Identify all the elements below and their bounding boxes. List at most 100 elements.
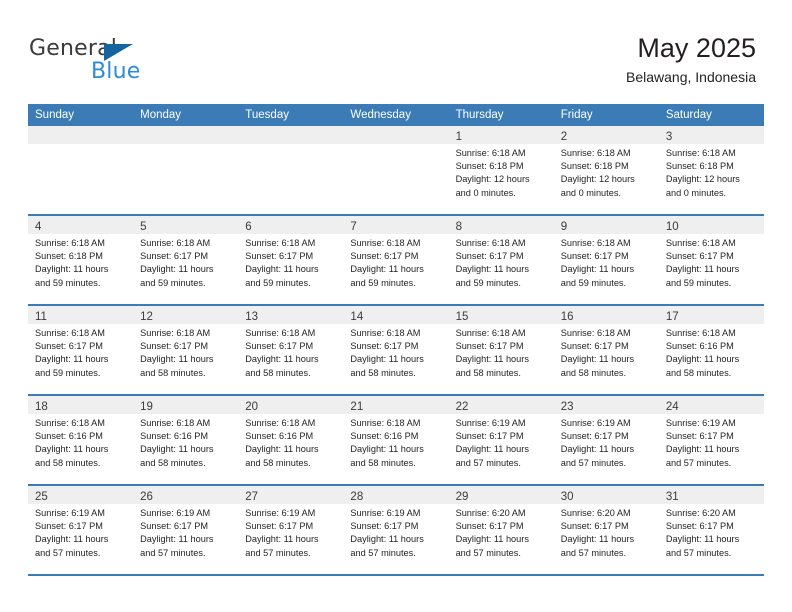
day-details: Sunrise: 6:18 AM Sunset: 6:17 PM Daylight:…	[343, 234, 448, 290]
daylight-text-line2: and 59 minutes.	[35, 277, 101, 288]
sunrise-text: Sunrise: 6:18 AM	[665, 328, 736, 338]
calendar-day-cell[interactable]: 19 Sunrise: 6:18 AM Sunset: 6:16 PM Dayligh…	[133, 394, 239, 485]
calendar-day-cell[interactable]: 8 Sunrise: 6:18 AM Sunset: 6:17 PM Daylight…	[448, 214, 554, 305]
calendar-day-cell[interactable]: 12 Sunrise: 6:18 AM Sunset: 6:17 PM Dayligh…	[133, 304, 239, 395]
day-number: 9	[553, 216, 659, 234]
calendar-day-cell[interactable]: 25 Sunrise: 6:19 AM Sunset: 6:17 PM Dayligh…	[28, 484, 134, 576]
calendar-day-cell[interactable]: 30 Sunrise: 6:20 AM Sunset: 6:17 PM Dayligh…	[553, 484, 659, 576]
daylight-text-line1: Daylight: 11 hours	[455, 354, 529, 365]
day-number: 10	[658, 216, 764, 234]
calendar-day-cell[interactable]: 29 Sunrise: 6:20 AM Sunset: 6:17 PM Dayligh…	[448, 484, 554, 576]
sunset-text: Sunset: 6:18 PM	[560, 161, 629, 172]
day-number: 3	[658, 126, 764, 144]
calendar-day-cell[interactable]: 2 Sunrise: 6:18 AM Sunset: 6:18 PM Daylight…	[553, 126, 659, 215]
day-details: Sunrise: 6:18 AM Sunset: 6:17 PM Daylight:…	[449, 324, 554, 380]
calendar-day-cell[interactable]: 31 Sunrise: 6:20 AM Sunset: 6:17 PM Dayligh…	[658, 484, 764, 576]
calendar-day-cell[interactable]: 9 Sunrise: 6:18 AM Sunset: 6:17 PM Daylight…	[553, 214, 659, 305]
calendar-day-cell[interactable]: 14 Sunrise: 6:18 AM Sunset: 6:17 PM Dayligh…	[343, 304, 449, 395]
day-number: 5	[133, 216, 239, 234]
calendar-day-cell[interactable]: 11 Sunrise: 6:18 AM Sunset: 6:17 PM Dayligh…	[28, 304, 134, 395]
daylight-text-line1: Daylight: 11 hours	[560, 264, 635, 275]
day-details: Sunrise: 6:18 AM Sunset: 6:17 PM Daylight:…	[133, 324, 238, 380]
calendar-day-cell[interactable]: 26 Sunrise: 6:19 AM Sunset: 6:17 PM Dayligh…	[133, 484, 239, 576]
sunset-text: Sunset: 6:17 PM	[350, 341, 419, 352]
sunset-text: Sunset: 6:17 PM	[560, 251, 629, 262]
day-details: Sunrise: 6:18 AM Sunset: 6:16 PM Daylight:…	[133, 414, 238, 470]
weekday-header-sunday: Sunday	[28, 104, 134, 126]
day-number: 28	[343, 486, 449, 504]
calendar-day-cell[interactable]: 23 Sunrise: 6:19 AM Sunset: 6:17 PM Dayligh…	[553, 394, 659, 485]
calendar-day-cell[interactable]: 6 Sunrise: 6:18 AM Sunset: 6:17 PM Daylight…	[238, 214, 344, 305]
daylight-text-line2: and 59 minutes.	[350, 277, 416, 288]
sunset-text: Sunset: 6:16 PM	[350, 431, 419, 442]
calendar-day-cell[interactable]: 7 Sunrise: 6:18 AM Sunset: 6:17 PM Daylight…	[343, 214, 449, 305]
day-details: Sunrise: 6:19 AM Sunset: 6:17 PM Daylight:…	[659, 414, 764, 470]
daylight-text-line1: Daylight: 11 hours	[350, 354, 424, 365]
day-number: 12	[133, 306, 239, 324]
weekday-header-monday: Monday	[133, 104, 239, 126]
day-number: 30	[553, 486, 659, 504]
day-details: Sunrise: 6:19 AM Sunset: 6:17 PM Daylight:…	[238, 504, 343, 560]
day-number	[28, 126, 134, 144]
calendar-day-cell[interactable]: 21 Sunrise: 6:18 AM Sunset: 6:16 PM Dayligh…	[343, 394, 449, 485]
weekday-header-thursday: Thursday	[448, 104, 554, 126]
daylight-text-line2: and 0 minutes.	[665, 187, 727, 198]
day-details: Sunrise: 6:20 AM Sunset: 6:17 PM Daylight:…	[659, 504, 764, 560]
day-number: 25	[28, 486, 134, 504]
sunrise-text: Sunrise: 6:19 AM	[560, 418, 631, 428]
day-details: Sunrise: 6:20 AM Sunset: 6:17 PM Daylight:…	[449, 504, 554, 560]
calendar-day-cell[interactable]: 4 Sunrise: 6:18 AM Sunset: 6:18 PM Daylight…	[28, 214, 134, 305]
sunrise-text: Sunrise: 6:19 AM	[35, 508, 105, 518]
daylight-text-line1: Daylight: 11 hours	[560, 444, 635, 455]
day-details: Sunrise: 6:18 AM Sunset: 6:16 PM Daylight:…	[659, 324, 764, 380]
sunset-text: Sunset: 6:18 PM	[455, 161, 524, 172]
calendar-cell-empty	[343, 126, 449, 215]
calendar-day-cell[interactable]: 18 Sunrise: 6:18 AM Sunset: 6:16 PM Dayligh…	[28, 394, 134, 485]
daylight-text-line1: Daylight: 11 hours	[140, 354, 214, 365]
daylight-text-line1: Daylight: 11 hours	[455, 534, 529, 545]
sunset-text: Sunset: 6:17 PM	[455, 431, 524, 442]
calendar-body: 1 Sunrise: 6:18 AM Sunset: 6:18 PM Daylight…	[28, 126, 764, 576]
day-details: Sunrise: 6:19 AM Sunset: 6:17 PM Daylight:…	[28, 504, 133, 560]
daylight-text-line1: Daylight: 11 hours	[455, 264, 529, 275]
calendar-page: General Blue May 2025 Belawang, Indonesi…	[0, 0, 792, 612]
day-details: Sunrise: 6:18 AM Sunset: 6:16 PM Daylight:…	[343, 414, 448, 470]
daylight-text-line2: and 57 minutes.	[665, 547, 732, 558]
calendar-cell-empty	[238, 126, 344, 215]
weekday-header-saturday: Saturday	[658, 104, 764, 126]
calendar-week-row: 25 Sunrise: 6:19 AM Sunset: 6:17 PM Dayligh…	[28, 484, 764, 576]
day-details: Sunrise: 6:18 AM Sunset: 6:17 PM Daylight:…	[554, 324, 659, 380]
sunrise-text: Sunrise: 6:18 AM	[350, 418, 421, 428]
daylight-text-line2: and 58 minutes.	[560, 367, 627, 378]
day-number	[133, 126, 239, 144]
daylight-text-line1: Daylight: 11 hours	[455, 444, 529, 455]
daylight-text-line2: and 57 minutes.	[350, 547, 416, 558]
daylight-text-line1: Daylight: 11 hours	[665, 264, 740, 275]
calendar-day-cell[interactable]: 3 Sunrise: 6:18 AM Sunset: 6:18 PM Daylight…	[658, 126, 764, 215]
calendar-day-cell[interactable]: 13 Sunrise: 6:18 AM Sunset: 6:17 PM Dayligh…	[238, 304, 344, 395]
calendar-day-cell[interactable]: 24 Sunrise: 6:19 AM Sunset: 6:17 PM Dayligh…	[658, 394, 764, 485]
calendar-day-cell[interactable]: 10 Sunrise: 6:18 AM Sunset: 6:17 PM Dayligh…	[658, 214, 764, 305]
day-details: Sunrise: 6:19 AM Sunset: 6:17 PM Daylight:…	[449, 414, 554, 470]
sunrise-text: Sunrise: 6:18 AM	[140, 238, 211, 248]
calendar-day-cell[interactable]: 27 Sunrise: 6:19 AM Sunset: 6:17 PM Dayligh…	[238, 484, 344, 576]
calendar-day-cell[interactable]: 17 Sunrise: 6:18 AM Sunset: 6:16 PM Dayligh…	[658, 304, 764, 395]
day-number: 8	[448, 216, 554, 234]
day-details: Sunrise: 6:18 AM Sunset: 6:18 PM Daylight:…	[554, 144, 659, 200]
day-number: 22	[448, 396, 554, 414]
calendar-day-cell[interactable]: 5 Sunrise: 6:18 AM Sunset: 6:17 PM Daylight…	[133, 214, 239, 305]
sunrise-text: Sunrise: 6:20 AM	[455, 508, 526, 518]
calendar-day-cell[interactable]: 15 Sunrise: 6:18 AM Sunset: 6:17 PM Dayligh…	[448, 304, 554, 395]
calendar-day-cell[interactable]: 20 Sunrise: 6:18 AM Sunset: 6:16 PM Dayligh…	[238, 394, 344, 485]
sunrise-text: Sunrise: 6:18 AM	[140, 418, 211, 428]
calendar-day-cell[interactable]: 1 Sunrise: 6:18 AM Sunset: 6:18 PM Daylight…	[448, 126, 554, 215]
sunrise-text: Sunrise: 6:18 AM	[560, 148, 631, 158]
calendar-day-cell[interactable]: 28 Sunrise: 6:19 AM Sunset: 6:17 PM Dayligh…	[343, 484, 449, 576]
daylight-text-line1: Daylight: 11 hours	[560, 354, 635, 365]
calendar-day-cell[interactable]: 22 Sunrise: 6:19 AM Sunset: 6:17 PM Dayligh…	[448, 394, 554, 485]
calendar-day-cell[interactable]: 16 Sunrise: 6:18 AM Sunset: 6:17 PM Dayligh…	[553, 304, 659, 395]
daylight-text-line2: and 59 minutes.	[455, 277, 521, 288]
generalblue-logo[interactable]: General Blue	[29, 36, 159, 88]
daylight-text-line1: Daylight: 12 hours	[455, 174, 530, 185]
calendar-week-row: 18 Sunrise: 6:18 AM Sunset: 6:16 PM Dayligh…	[28, 394, 764, 485]
